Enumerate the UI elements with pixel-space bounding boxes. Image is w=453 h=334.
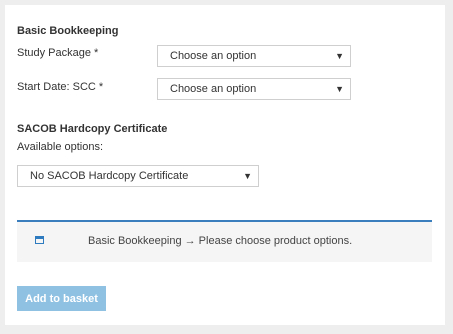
calendar-icon	[35, 236, 44, 244]
notice-text: Basic Bookkeeping → Please choose produc…	[88, 235, 353, 247]
chevron-down-icon: ▼	[243, 171, 252, 181]
study-package-value: Choose an option	[170, 50, 257, 62]
product-options-notice: Basic Bookkeeping → Please choose produc…	[17, 220, 432, 262]
certificate-select[interactable]: No SACOB Hardcopy Certificate ▼	[17, 165, 259, 187]
start-date-label: Start Date: SCC *	[17, 81, 104, 93]
study-package-select[interactable]: Choose an option ▼	[157, 45, 351, 67]
chevron-down-icon: ▼	[335, 51, 344, 61]
product-options-card: Basic Bookkeeping Study Package * Choose…	[5, 5, 445, 325]
start-date-value: Choose an option	[170, 83, 257, 95]
certificate-title: SACOB Hardcopy Certificate	[17, 123, 168, 135]
chevron-down-icon: ▼	[335, 84, 344, 94]
product-title: Basic Bookkeeping	[17, 25, 119, 37]
available-options-label: Available options:	[17, 141, 104, 153]
certificate-value: No SACOB Hardcopy Certificate	[30, 170, 189, 182]
add-to-basket-button[interactable]: Add to basket	[17, 286, 106, 311]
study-package-label: Study Package *	[17, 47, 99, 59]
start-date-select[interactable]: Choose an option ▼	[157, 78, 351, 100]
